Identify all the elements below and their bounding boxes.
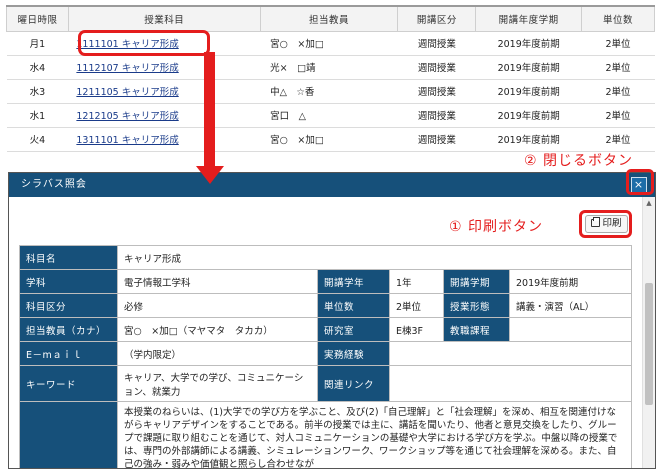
label-dept: 学科	[19, 269, 118, 294]
course-table: 曜日時限 授業科目 担当教員 開講区分 開講年度学期 単位数 月1 111110…	[6, 5, 655, 152]
cell-credits: 2単位	[581, 102, 655, 128]
print-highlight-box	[579, 210, 632, 238]
cell-credits: 2単位	[581, 126, 655, 152]
cell-category: 週間授業	[397, 126, 476, 152]
course-link[interactable]: 1212105 キャリア形成	[76, 111, 178, 122]
label-email: E－mａｉｌ	[19, 341, 118, 366]
cell-term: 2019年度前期	[475, 102, 582, 128]
scroll-up-icon[interactable]: ▲	[643, 197, 655, 209]
table-row: 火4 1311101 キャリア形成 宮○ ×加□ 週間授業 2019年度前期 2…	[6, 126, 655, 152]
header-category: 開講区分	[397, 5, 477, 32]
label-year: 開講学年	[317, 269, 390, 294]
course-highlight-box	[78, 30, 210, 56]
syllabus-modal: シラバス照会 × 印刷 科目名 キャリア形成 学科 電子情報工学科 開講学年 1…	[8, 172, 656, 469]
label-room: 研究室	[317, 317, 390, 342]
cell-term: 2019年度前期	[475, 54, 582, 80]
modal-title: シラバス照会	[21, 179, 87, 190]
connector-arrow-head	[196, 166, 224, 184]
cell-period: 水3	[6, 78, 69, 104]
label-keywords: キーワード	[19, 365, 118, 402]
label-category: 科目区分	[19, 293, 118, 318]
table-row: 水4 1112107 キャリア形成 光× □靖 週間授業 2019年度前期 2単…	[6, 54, 655, 80]
label-credits: 単位数	[317, 293, 390, 318]
cell-period: 水1	[6, 102, 69, 128]
cell-category: 週間授業	[397, 78, 476, 104]
label-format: 授業形態	[443, 293, 510, 318]
cell-term: 2019年度前期	[475, 78, 582, 104]
cell-term: 2019年度前期	[475, 126, 582, 152]
header-term: 開講年度学期	[475, 5, 583, 32]
cell-period: 水4	[6, 54, 69, 80]
value-email: （学内限定）	[117, 341, 318, 366]
header-teacher: 担当教員	[259, 5, 399, 32]
cell-category: 週間授業	[397, 54, 476, 80]
header-course: 授業科目	[67, 5, 261, 32]
cell-credits: 2単位	[581, 30, 655, 56]
cell-category: 週間授業	[397, 102, 476, 128]
value-room: E棟3F	[389, 317, 444, 342]
value-course-name: キャリア形成	[117, 245, 632, 270]
value-description: 本授業のねらいは、(1)大学での学び方を学ぶこと、及び(2)「自己理解」と「社会…	[117, 401, 632, 468]
modal-header: シラバス照会 ×	[9, 173, 655, 197]
value-keywords: キャリア、大学での学び、コミュニケーション、就業力	[117, 365, 318, 402]
value-experience	[389, 341, 632, 366]
header-credits: 単位数	[581, 5, 655, 32]
cell-period: 火4	[6, 126, 69, 152]
connector-arrow-shaft	[204, 52, 215, 172]
value-credits: 2単位	[389, 293, 444, 318]
table-row: 水3 1211105 キャリア形成 中△ ☆香 週間授業 2019年度前期 2単…	[6, 78, 655, 104]
course-link[interactable]: 1112107 キャリア形成	[76, 63, 178, 74]
label-description	[19, 401, 118, 468]
cell-period: 月1	[6, 30, 69, 56]
value-teacher: 宮○ ×加□（マヤマタ タカカ）	[117, 317, 318, 342]
cell-teacher: 宮○ ×加□	[260, 30, 398, 56]
syllabus-table: 科目名 キャリア形成 学科 電子情報工学科 開講学年 1年 開講学期 2019年…	[19, 245, 632, 468]
course-table-header: 曜日時限 授業科目 担当教員 開講区分 開講年度学期 単位数	[6, 5, 655, 32]
annotation-close-label: ② 閉じるボタン	[524, 153, 634, 169]
value-category: 必修	[117, 293, 318, 318]
annotation-print-label: ① 印刷ボタン	[449, 219, 544, 235]
cell-teacher: 宮口 △	[260, 102, 398, 128]
scrollbar[interactable]: ▲	[642, 197, 655, 468]
value-year: 1年	[389, 269, 444, 294]
value-format: 講義・演習（AL）	[509, 293, 632, 318]
value-dept: 電子情報工学科	[117, 269, 318, 294]
cell-category: 週間授業	[397, 30, 476, 56]
cell-credits: 2単位	[581, 78, 655, 104]
label-links: 関連リンク	[317, 365, 390, 402]
cell-term: 2019年度前期	[475, 30, 582, 56]
table-row: 水1 1212105 キャリア形成 宮口 △ 週間授業 2019年度前期 2単位	[6, 102, 655, 128]
scroll-thumb[interactable]	[645, 283, 653, 405]
cell-teacher: 宮○ ×加□	[260, 126, 398, 152]
cell-credits: 2単位	[581, 54, 655, 80]
header-period: 曜日時限	[6, 5, 69, 32]
cell-teacher: 中△ ☆香	[260, 78, 398, 104]
label-teaching: 教職課程	[443, 317, 510, 342]
label-course-name: 科目名	[19, 245, 118, 270]
label-teacher: 担当教員（カナ）	[19, 317, 118, 342]
value-links	[389, 365, 632, 402]
course-link[interactable]: 1311101 キャリア形成	[76, 135, 178, 146]
label-term: 開講学期	[443, 269, 510, 294]
label-experience: 実務経験	[317, 341, 390, 366]
course-link[interactable]: 1211105 キャリア形成	[76, 87, 178, 98]
cell-teacher: 光× □靖	[260, 54, 398, 80]
close-highlight-box	[626, 169, 654, 195]
value-term: 2019年度前期	[509, 269, 632, 294]
value-teaching	[509, 317, 632, 342]
